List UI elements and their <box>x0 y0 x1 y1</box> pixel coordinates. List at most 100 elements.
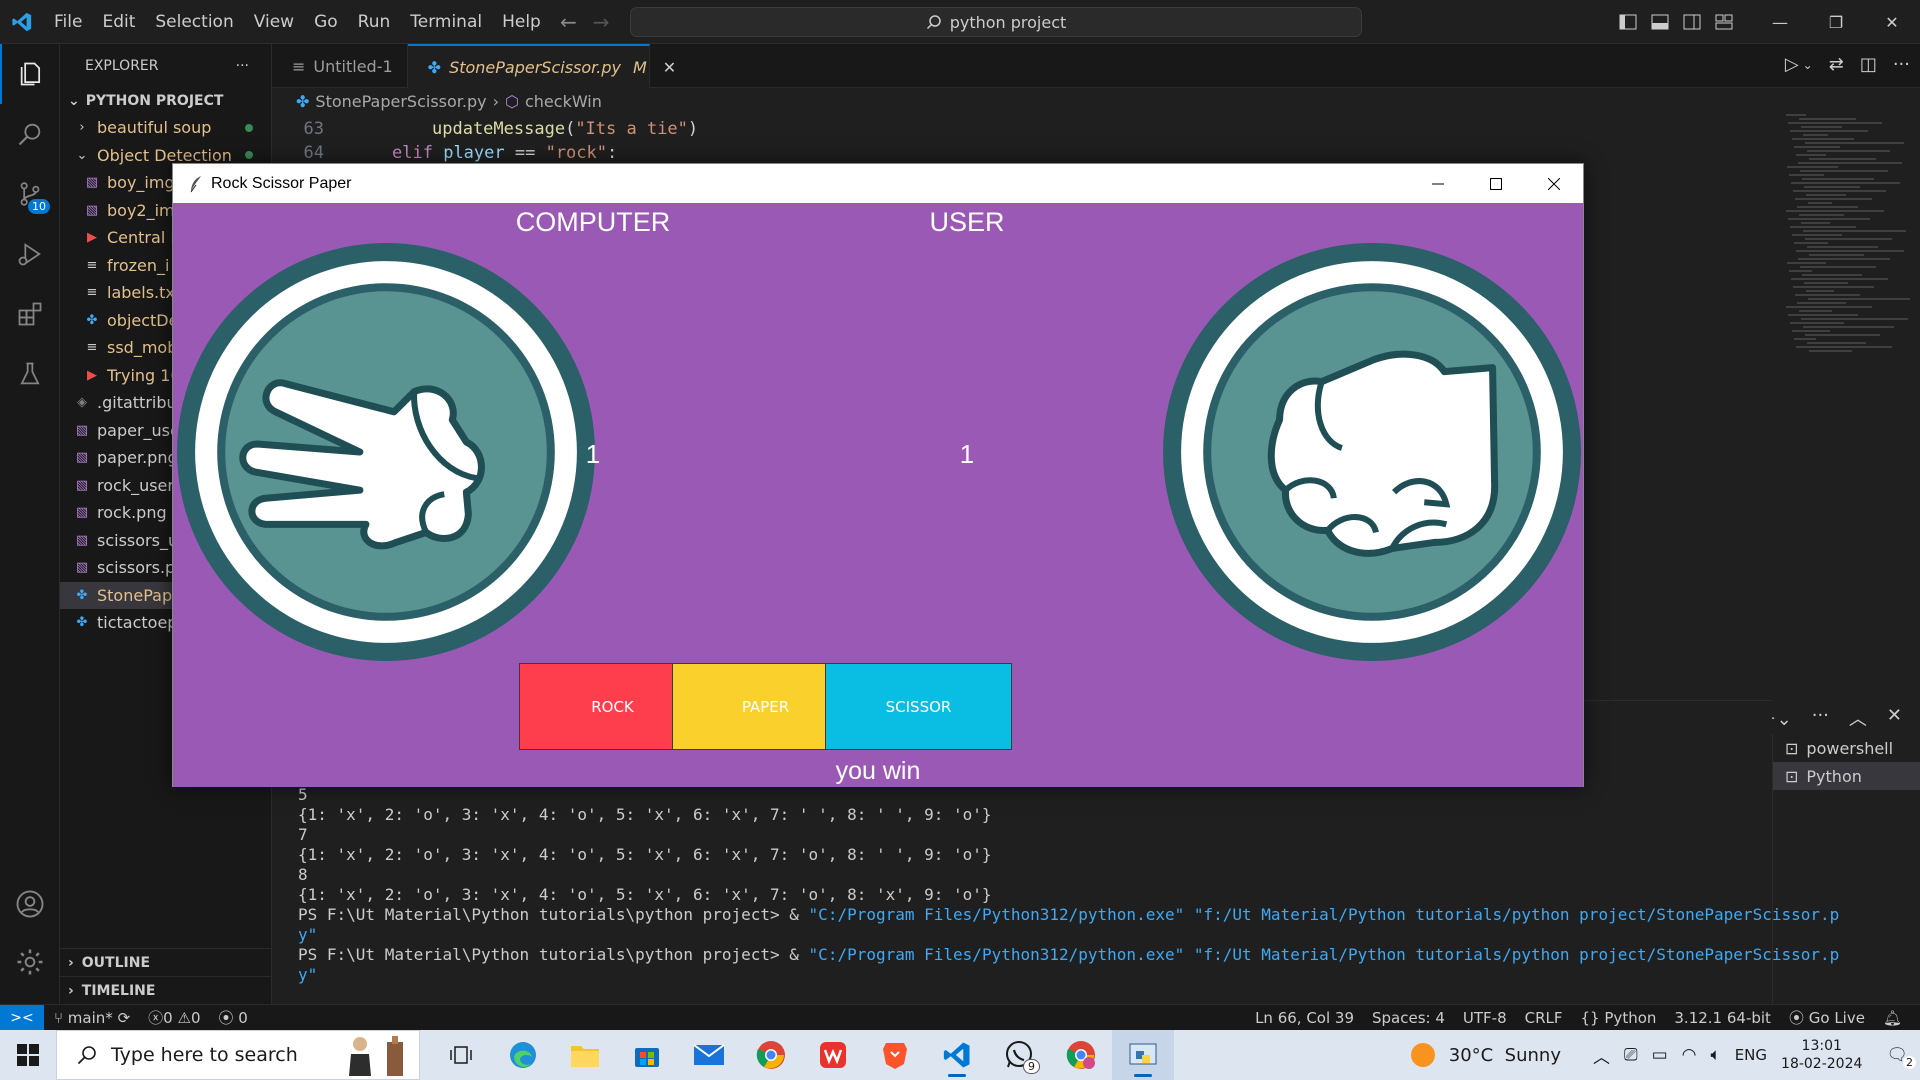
windows-start-icon[interactable] <box>0 1030 56 1080</box>
line-ending[interactable]: CRLF <box>1525 1009 1563 1027</box>
tab-stonepaperscissor[interactable]: ✤ StonePaperScissor.py M ✕ <box>407 44 676 88</box>
problems-status[interactable]: ⓧ0 ⚠0 <box>148 1007 200 1028</box>
breadcrumb-file[interactable]: StonePaperScissor.py <box>315 92 486 111</box>
forward-arrow-icon[interactable]: → <box>593 10 610 34</box>
explorer-icon[interactable] <box>0 44 60 104</box>
menu-item-view[interactable]: View <box>244 12 304 32</box>
run-python-file-icon[interactable]: ▷ <box>1785 54 1799 75</box>
search-icon[interactable] <box>0 104 60 164</box>
weather-sun-icon[interactable] <box>1410 1043 1435 1067</box>
close-window-icon[interactable]: ✕ <box>1864 0 1920 44</box>
maximize-panel-icon[interactable]: ︿ <box>1849 705 1867 731</box>
game-maximize-icon[interactable] <box>1467 164 1525 203</box>
terminal-tab-powershell[interactable]: ⊡ powershell <box>1773 734 1920 762</box>
run-debug-icon[interactable] <box>0 224 60 284</box>
timeline-section[interactable]: › TIMELINE <box>60 976 272 1004</box>
brave-browser-icon[interactable] <box>864 1030 926 1080</box>
close-panel-icon[interactable]: ✕ <box>1887 705 1902 731</box>
wps-office-icon[interactable] <box>802 1030 864 1080</box>
battery-icon[interactable]: ▭ <box>1652 1045 1668 1065</box>
encoding[interactable]: UTF-8 <box>1463 1009 1507 1027</box>
menu-item-run[interactable]: Run <box>348 12 401 32</box>
menu-item-edit[interactable]: Edit <box>92 12 145 32</box>
project-folder-header[interactable]: ⌄ PYTHON PROJECT <box>60 88 271 114</box>
file-explorer-icon[interactable] <box>554 1030 616 1080</box>
extensions-icon[interactable] <box>0 284 60 344</box>
go-live[interactable]: ⦿ Go Live <box>1789 1007 1865 1028</box>
whatsapp-icon[interactable]: 9 <box>988 1030 1050 1080</box>
back-arrow-icon[interactable]: ← <box>560 10 577 34</box>
edge-browser-icon[interactable] <box>492 1030 554 1080</box>
chrome-profile-icon[interactable] <box>1050 1030 1112 1080</box>
computer-score: 1 <box>585 439 601 469</box>
command-center-search[interactable]: python project <box>630 7 1362 37</box>
more-actions-icon[interactable]: ··· <box>236 58 249 74</box>
code-editor[interactable]: 63 updateMessage("Its a tie") 64 elif pl… <box>272 117 699 165</box>
volume-icon[interactable]: 🔈︎ <box>1711 1045 1721 1065</box>
notifications-bell-icon[interactable]: 🔔︎ <box>1883 1009 1902 1027</box>
source-control-icon[interactable]: 10 <box>0 164 60 224</box>
minimize-window-icon[interactable]: — <box>1752 0 1808 44</box>
minimap-line <box>1809 158 1876 160</box>
menu-item-selection[interactable]: Selection <box>145 12 243 32</box>
open-changes-icon[interactable]: ⇄ <box>1829 54 1844 75</box>
tree-item[interactable]: › beautiful soup <box>60 114 271 142</box>
taskbar-search[interactable]: Type here to search <box>56 1030 420 1080</box>
tree-item-label: paper_use <box>97 420 180 440</box>
game-minimize-icon[interactable] <box>1409 164 1467 203</box>
python-tkinter-icon[interactable] <box>1112 1030 1174 1080</box>
customize-layout-icon[interactable] <box>1708 0 1740 44</box>
accounts-icon[interactable] <box>0 874 60 934</box>
terminal-more-icon[interactable]: ··· <box>1812 705 1829 731</box>
vscode-taskbar-icon[interactable] <box>926 1030 988 1080</box>
show-hidden-icons-icon[interactable]: ︿ <box>1593 1043 1610 1068</box>
menu-item-help[interactable]: Help <box>492 12 551 32</box>
minimap-line <box>1800 170 1888 172</box>
outline-section[interactable]: › OUTLINE <box>60 948 272 976</box>
scissor-button[interactable]: SCISSOR <box>825 663 1012 750</box>
tree-item-label: ssd_mob <box>107 338 178 358</box>
toggle-sidebar-icon[interactable] <box>1612 0 1644 44</box>
language-indicator[interactable]: ENG <box>1735 1046 1767 1064</box>
python-interpreter[interactable]: 3.12.1 64-bit <box>1674 1009 1771 1027</box>
image-file-icon: ▧ <box>75 560 89 576</box>
mail-icon[interactable] <box>678 1030 740 1080</box>
settings-gear-icon[interactable] <box>0 932 60 992</box>
terminal-tab-python[interactable]: ⊡ Python <box>1773 762 1920 790</box>
tab-untitled-1[interactable]: ≡ Untitled-1 <box>272 44 408 88</box>
minimap-line <box>1800 266 1876 268</box>
language-mode[interactable]: {} Python <box>1581 1009 1657 1027</box>
weather-text[interactable]: 30°C Sunny <box>1449 1045 1561 1066</box>
split-editor-icon[interactable]: ◫ <box>1860 54 1877 75</box>
remote-indicator-icon[interactable]: >< <box>0 1004 44 1031</box>
editor-more-icon[interactable]: ··· <box>1893 54 1910 75</box>
menu-item-go[interactable]: Go <box>304 12 348 32</box>
notification-center-icon[interactable]: 🗨︎ 2 <box>1886 1045 1916 1069</box>
terminal-line: y" <box>298 925 1772 945</box>
minimap-line <box>1804 186 1860 188</box>
ports-status[interactable]: ⦿ 0 <box>218 1007 247 1028</box>
clock[interactable]: 13:01 18-02-2024 <box>1781 1037 1862 1073</box>
chrome-icon[interactable] <box>740 1030 802 1080</box>
meet-now-icon[interactable]: ⎚ <box>1624 1045 1638 1065</box>
close-tab-icon[interactable]: ✕ <box>663 58 676 77</box>
toggle-panel-icon[interactable] <box>1644 0 1676 44</box>
indentation[interactable]: Spaces: 4 <box>1372 1009 1445 1027</box>
minimap[interactable] <box>1782 114 1912 354</box>
testing-flask-icon[interactable] <box>0 344 60 404</box>
git-status-dot <box>245 123 253 132</box>
breadcrumb-symbol[interactable]: checkWin <box>525 92 602 111</box>
toggle-secondary-sidebar-icon[interactable] <box>1676 0 1708 44</box>
task-view-icon[interactable] <box>430 1030 492 1080</box>
cursor-position[interactable]: Ln 66, Col 39 <box>1255 1009 1354 1027</box>
menu-item-file[interactable]: File <box>44 12 92 32</box>
menu-item-terminal[interactable]: Terminal <box>400 12 492 32</box>
game-close-icon[interactable] <box>1525 164 1583 203</box>
dropdown-chevron-icon[interactable]: ⌄ <box>1803 58 1813 75</box>
microsoft-store-icon[interactable] <box>616 1030 678 1080</box>
restore-window-icon[interactable]: ❐ <box>1808 0 1864 44</box>
minimap-line <box>1802 178 1874 180</box>
minimap-line <box>1798 258 1890 260</box>
wifi-icon[interactable]: ◠ <box>1682 1045 1697 1065</box>
branch-status[interactable]: ⑂ main* ⟳ <box>54 1009 130 1027</box>
